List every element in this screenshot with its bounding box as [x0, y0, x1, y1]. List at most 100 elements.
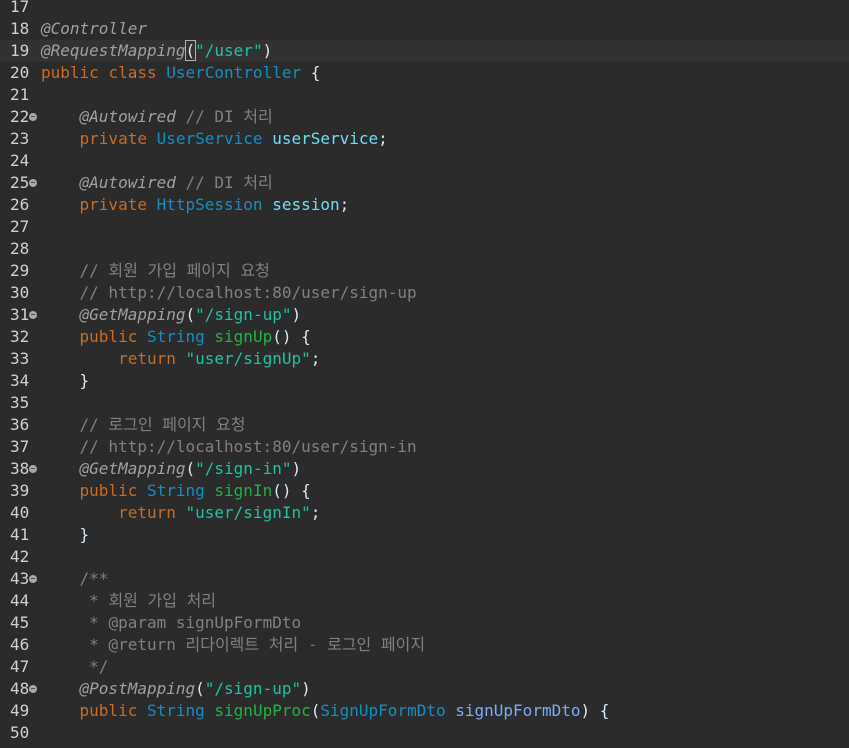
- code-editor[interactable]: 17 18 @Controller 19 @RequestMapping("/user"…: [0, 0, 849, 748]
- code-line[interactable]: 44 * 회원 가입 처리: [0, 590, 849, 612]
- line-number: 44: [10, 591, 30, 610]
- code-line[interactable]: 17: [0, 0, 849, 18]
- code-token: public: [41, 63, 109, 82]
- code-text: private UserService userService;: [41, 128, 388, 150]
- code-line[interactable]: 27: [0, 216, 849, 238]
- code-token: "/sign-up": [204, 679, 302, 698]
- code-line[interactable]: 41 }: [0, 524, 849, 546]
- code-line[interactable]: 21: [0, 84, 849, 106]
- code-line[interactable]: 30 // http://localhost:80/user/sign-up: [0, 282, 849, 304]
- code-line[interactable]: 45 * @param signUpFormDto: [0, 612, 849, 634]
- minus-circle-icon[interactable]: −: [29, 685, 37, 693]
- line-number: 45: [10, 613, 30, 632]
- code-token: signUpFormDto: [455, 701, 581, 720]
- code-token: ): [291, 305, 302, 324]
- code-line[interactable]: 40 return "user/signIn";: [0, 502, 849, 524]
- code-line[interactable]: 25− @Autowired // DI 처리: [0, 172, 849, 194]
- code-line[interactable]: 32 public String signUp() {: [0, 326, 849, 348]
- line-number: 49: [10, 701, 30, 720]
- code-token: // 로그인 페이지 요청: [79, 415, 246, 434]
- code-token: "user/signIn": [185, 503, 311, 522]
- code-token: }: [79, 525, 90, 544]
- minus-circle-icon[interactable]: −: [29, 179, 37, 187]
- minus-circle-icon[interactable]: −: [29, 465, 37, 473]
- code-text: public String signUpProc(SignUpFormDto s…: [41, 700, 610, 722]
- line-number: 23: [10, 129, 30, 148]
- code-line[interactable]: 42: [0, 546, 849, 568]
- code-text: @PostMapping("/sign-up"): [41, 678, 311, 700]
- code-token: (: [184, 40, 197, 61]
- code-line[interactable]: 47 */: [0, 656, 849, 678]
- code-token: HttpSession: [156, 195, 263, 214]
- code-line[interactable]: 36 // 로그인 페이지 요청: [0, 414, 849, 436]
- code-token: () {: [272, 327, 311, 346]
- code-text: // 회원 가입 페이지 요청: [41, 260, 270, 282]
- minus-circle-icon[interactable]: −: [29, 311, 37, 319]
- code-line[interactable]: 50: [0, 722, 849, 744]
- code-line[interactable]: 26 private HttpSession session;: [0, 194, 849, 216]
- code-token: @PostMapping: [79, 679, 196, 698]
- code-line[interactable]: 18 @Controller: [0, 18, 849, 40]
- code-token: UserService: [156, 129, 263, 148]
- code-line[interactable]: 20 public class UserController {: [0, 62, 849, 84]
- code-token: String: [146, 327, 205, 346]
- minus-circle-icon[interactable]: −: [29, 113, 37, 121]
- code-text: public String signUp() {: [41, 326, 311, 348]
- code-token: (: [310, 701, 321, 720]
- code-text: }: [41, 370, 90, 392]
- code-line[interactable]: 39 public String signIn() {: [0, 480, 849, 502]
- code-line[interactable]: 23 private UserService userService;: [0, 128, 849, 150]
- code-line[interactable]: 43− /**: [0, 568, 849, 590]
- code-line[interactable]: 34 }: [0, 370, 849, 392]
- code-line[interactable]: 29 // 회원 가입 페이지 요청: [0, 260, 849, 282]
- line-number: 39: [10, 481, 30, 500]
- line-number: 41: [10, 525, 30, 544]
- line-number: 33: [10, 349, 30, 368]
- code-token: return: [118, 349, 186, 368]
- code-token: return: [118, 503, 186, 522]
- code-token: * @return 리다이렉트 처리: [89, 635, 308, 654]
- code-token: {: [301, 63, 321, 82]
- code-token: (: [185, 459, 196, 478]
- code-text: public class UserController {: [41, 62, 320, 84]
- code-text: @Autowired // DI 처리: [41, 106, 273, 128]
- code-line[interactable]: 48− @PostMapping("/sign-up"): [0, 678, 849, 700]
- line-number: 35: [10, 393, 30, 412]
- code-token: ): [301, 679, 311, 698]
- code-line[interactable]: 22− @Autowired // DI 처리: [0, 106, 849, 128]
- code-token: SignUpFormDto: [320, 701, 446, 720]
- code-text: }: [41, 524, 90, 546]
- code-token: userService: [272, 129, 379, 148]
- line-number: 47: [10, 657, 30, 676]
- code-line[interactable]: 46 * @return 리다이렉트 처리 - 로그인 페이지: [0, 634, 849, 656]
- code-line[interactable]: 19 @RequestMapping("/user"): [0, 40, 849, 62]
- code-token: class: [108, 63, 167, 82]
- code-line[interactable]: 37 // http://localhost:80/user/sign-in: [0, 436, 849, 458]
- code-token: "user/signUp": [185, 349, 311, 368]
- code-line[interactable]: 31− @GetMapping("/sign-up"): [0, 304, 849, 326]
- code-line[interactable]: 24: [0, 150, 849, 172]
- code-line[interactable]: 33 return "user/signUp";: [0, 348, 849, 370]
- code-line[interactable]: 35: [0, 392, 849, 414]
- line-number: 27: [10, 217, 30, 236]
- code-line[interactable]: 38− @GetMapping("/sign-in"): [0, 458, 849, 480]
- code-line[interactable]: 28: [0, 238, 849, 260]
- code-token: session: [272, 195, 340, 214]
- code-line[interactable]: 49 public String signUpProc(SignUpFormDt…: [0, 700, 849, 722]
- code-token: }: [79, 371, 90, 390]
- code-token: UserController: [166, 63, 302, 82]
- minus-circle-icon[interactable]: −: [29, 575, 37, 583]
